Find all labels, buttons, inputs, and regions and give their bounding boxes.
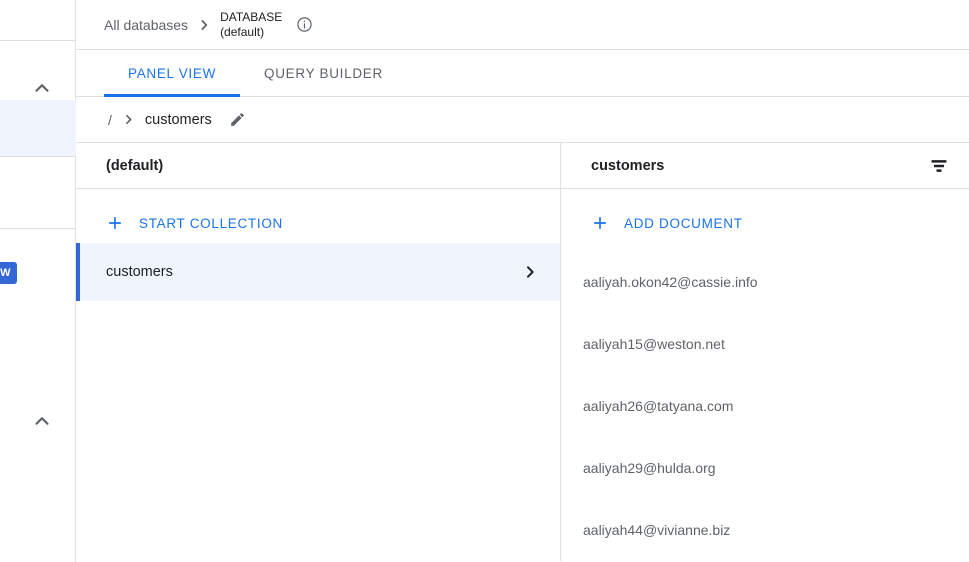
start-collection-label: START COLLECTION xyxy=(139,215,283,231)
left-sidebar-rail: NEW xyxy=(0,0,76,562)
plus-icon xyxy=(106,214,124,232)
tab-panel-view-label: PANEL VIEW xyxy=(128,65,217,81)
add-document-button[interactable]: ADD DOCUMENT xyxy=(561,203,969,243)
documents-panel-header: customers xyxy=(561,143,969,189)
rail-divider-top xyxy=(0,40,76,41)
collection-name: customers xyxy=(106,264,173,280)
list-item[interactable]: aaliyah44@vivianne.biz xyxy=(561,499,969,561)
chevron-right-icon xyxy=(122,113,135,126)
documents-panel-title: customers xyxy=(591,157,665,174)
main-content: All databases DATABASE (default) PANEL V… xyxy=(76,0,969,562)
documents-panel: customers ADD DOCUMENT aaliyah.okon42@ca… xyxy=(561,143,969,561)
filter-icon[interactable] xyxy=(929,156,949,176)
tab-query-builder[interactable]: QUERY BUILDER xyxy=(240,50,407,96)
list-item[interactable]: aaliyah.okon42@cassie.info xyxy=(561,251,969,313)
tab-query-builder-label: QUERY BUILDER xyxy=(264,65,383,81)
tab-panel-view[interactable]: PANEL VIEW xyxy=(104,50,241,97)
start-collection-button[interactable]: START COLLECTION xyxy=(76,203,560,243)
plus-icon xyxy=(591,214,609,232)
rail-divider-mid xyxy=(0,156,76,157)
database-label: DATABASE xyxy=(220,9,283,24)
collection-row-customers[interactable]: customers xyxy=(76,243,560,301)
rail-divider-mid2 xyxy=(0,228,76,229)
path-root[interactable]: / xyxy=(108,112,112,128)
document-list: aaliyah.okon42@cassie.info aaliyah15@wes… xyxy=(561,243,969,561)
database-breadcrumb-header: All databases DATABASE (default) xyxy=(76,0,969,50)
sidebar-collapse-top-icon[interactable] xyxy=(31,77,53,99)
list-item[interactable]: aaliyah29@hulda.org xyxy=(561,437,969,499)
sidebar-selected-item[interactable] xyxy=(0,100,76,156)
breadcrumb-all-databases[interactable]: All databases xyxy=(104,17,188,33)
database-name: (default) xyxy=(220,24,265,39)
view-tabs: PANEL VIEW QUERY BUILDER xyxy=(76,50,969,97)
sidebar-collapse-bottom-icon[interactable] xyxy=(31,410,53,432)
panel-view-container: (default) START COLLECTION customers cus… xyxy=(76,143,969,561)
pencil-icon[interactable] xyxy=(229,111,246,128)
breadcrumb-current-database: DATABASE (default) xyxy=(220,10,282,40)
path-breadcrumb: / customers xyxy=(76,97,969,143)
chevron-right-icon xyxy=(197,18,211,32)
chevron-right-icon xyxy=(522,264,538,280)
list-item[interactable]: aaliyah26@tatyana.com xyxy=(561,375,969,437)
new-badge: NEW xyxy=(0,262,17,284)
collections-panel-title: (default) xyxy=(106,157,164,174)
add-document-label: ADD DOCUMENT xyxy=(624,215,743,231)
info-icon[interactable] xyxy=(296,16,313,33)
collections-panel: (default) START COLLECTION customers xyxy=(76,143,561,561)
path-current-collection[interactable]: customers xyxy=(145,112,212,128)
collections-panel-header: (default) xyxy=(76,143,560,189)
list-item[interactable]: aaliyah15@weston.net xyxy=(561,313,969,375)
